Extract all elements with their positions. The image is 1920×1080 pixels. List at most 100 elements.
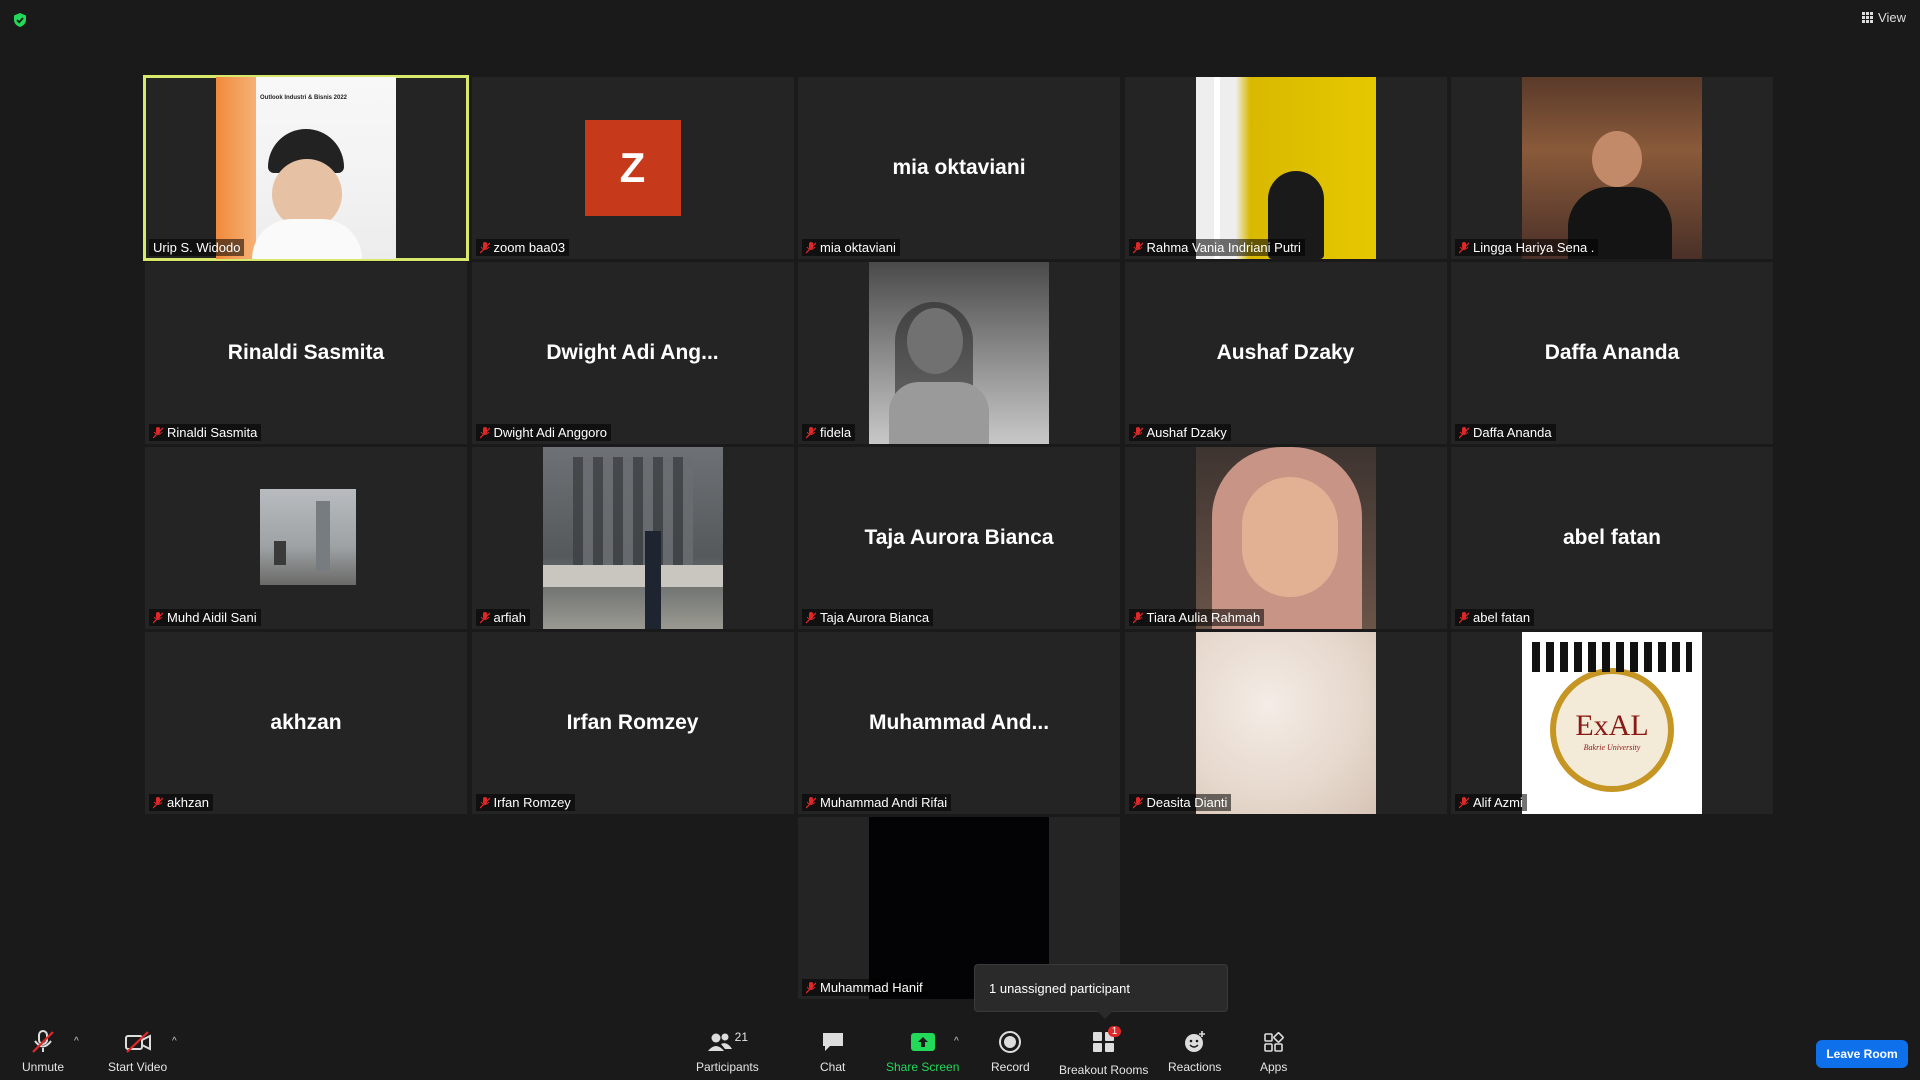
apps-button[interactable]: Apps	[1260, 1030, 1287, 1074]
view-label: View	[1878, 10, 1906, 25]
participant-tile[interactable]: arfiah	[471, 447, 794, 629]
participant-center-name: mia oktaviani	[892, 156, 1026, 179]
mic-muted-icon	[1132, 241, 1143, 254]
participant-name-label: Dwight Adi Anggoro	[475, 424, 611, 441]
participant-tile[interactable]: Lingga Hariya Sena .	[1451, 77, 1773, 259]
grid-view-icon	[1862, 12, 1874, 23]
participant-name-label: arfiah	[475, 609, 531, 626]
record-icon	[999, 1031, 1022, 1053]
participant-name-label: Deasita Dianti	[1128, 794, 1232, 811]
participants-label: Participants	[696, 1060, 759, 1074]
video-options-caret-icon[interactable]: ^	[172, 1036, 177, 1047]
record-label: Record	[991, 1060, 1030, 1074]
participant-tile[interactable]: Z zoom baa03	[471, 77, 794, 259]
view-button[interactable]: View	[1862, 10, 1906, 25]
mic-muted-icon	[1458, 796, 1470, 809]
mic-muted-icon	[479, 241, 490, 254]
participant-tile[interactable]: fidela	[798, 262, 1120, 444]
mic-muted-icon	[1458, 611, 1470, 624]
mic-muted-icon	[805, 981, 817, 994]
participant-tile[interactable]: Tiara Aulia Rahmah	[1124, 447, 1447, 629]
participant-video: ExAL Bakrie University	[1522, 632, 1702, 814]
participant-tile[interactable]: Outlook Industri & Bisnis 2022 Urip S. W…	[143, 75, 469, 261]
participant-name-label: Tiara Aulia Rahmah	[1128, 609, 1265, 626]
breakout-rooms-badge: 1	[1107, 1026, 1122, 1037]
participant-name-label: mia oktaviani	[802, 239, 900, 256]
mic-muted-icon	[1132, 426, 1143, 439]
exal-logo: ExAL Bakrie University	[1550, 668, 1674, 792]
reactions-icon	[1184, 1031, 1205, 1052]
participant-video	[1522, 77, 1702, 259]
mic-muted-icon	[1132, 611, 1143, 624]
mic-muted-icon	[479, 426, 490, 439]
record-button[interactable]: Record	[991, 1030, 1030, 1074]
participant-name-label: Rinaldi Sasmita	[149, 424, 262, 441]
participant-tile[interactable]: Daffa Ananda Daffa Ananda	[1451, 262, 1773, 444]
participants-count: 21	[734, 1030, 749, 1044]
chat-icon	[822, 1033, 843, 1051]
participant-video	[1195, 77, 1376, 259]
audio-options-caret-icon[interactable]: ^	[74, 1036, 79, 1047]
participant-avatar: Z	[584, 120, 681, 216]
participant-tile[interactable]: akhzan akhzan	[145, 632, 467, 814]
breakout-rooms-label: Breakout Rooms	[1059, 1063, 1149, 1077]
participant-name-label: Alif Azmi	[1455, 794, 1527, 811]
reactions-button[interactable]: Reactions	[1168, 1030, 1221, 1074]
participant-center-name: Muhammad And...	[868, 711, 1050, 734]
participant-name-label: zoom baa03	[475, 239, 570, 256]
participant-video	[869, 262, 1049, 444]
chat-label: Chat	[820, 1060, 846, 1074]
participant-name-label: Irfan Romzey	[475, 794, 575, 811]
participant-video: Outlook Industri & Bisnis 2022	[216, 77, 396, 259]
mic-muted-icon	[1132, 796, 1143, 809]
start-video-label: Start Video	[108, 1060, 168, 1074]
breakout-rooms-button[interactable]: 1 Breakout Rooms	[1059, 1026, 1149, 1077]
participant-tile[interactable]: Dwight Adi Ang... Dwight Adi Anggoro	[471, 262, 794, 444]
participant-name-label: fidela	[802, 424, 856, 441]
participant-name-label: Aushaf Dzaky	[1128, 424, 1231, 441]
participant-tile[interactable]: Taja Aurora Bianca Taja Aurora Bianca	[798, 447, 1120, 629]
participant-tile[interactable]: ExAL Bakrie University Alif Azmi	[1451, 632, 1773, 814]
mic-muted-icon	[479, 796, 490, 809]
share-options-caret-icon[interactable]: ^	[954, 1036, 959, 1047]
participant-tile[interactable]: Rahma Vania Indriani Putri	[1124, 77, 1447, 259]
participant-tile[interactable]: abel fatan abel fatan	[1451, 447, 1773, 629]
participant-name-label: Muhammad Andi Rifai	[802, 794, 952, 811]
unassigned-participant-tooltip[interactable]: 1 unassigned participant	[974, 964, 1228, 1019]
participant-tile[interactable]: Muhammad And... Muhammad Andi Rifai	[798, 632, 1120, 814]
participant-tile[interactable]: Irfan Romzey Irfan Romzey	[471, 632, 794, 814]
participant-tile[interactable]: mia oktaviani mia oktaviani	[798, 77, 1120, 259]
participant-tile[interactable]: Aushaf Dzaky Aushaf Dzaky	[1124, 262, 1447, 444]
participant-name-label: abel fatan	[1455, 609, 1535, 626]
mic-muted-icon	[152, 611, 164, 624]
tooltip-text: 1 unassigned participant	[989, 980, 1130, 996]
empty-slot	[145, 817, 467, 999]
participant-name-label: Lingga Hariya Sena .	[1455, 239, 1599, 256]
empty-slot	[472, 817, 794, 999]
unmute-label: Unmute	[22, 1060, 65, 1074]
participants-icon	[707, 1033, 732, 1051]
security-shield-icon[interactable]	[12, 12, 28, 28]
share-screen-button[interactable]: Share Screen	[886, 1030, 959, 1074]
leave-room-button[interactable]: Leave Room	[1816, 1040, 1908, 1068]
participant-tile[interactable]: Muhd Aidil Sani	[145, 447, 467, 629]
participant-video	[542, 447, 723, 629]
start-video-button[interactable]: Start Video	[108, 1030, 167, 1074]
participant-center-name: Rinaldi Sasmita	[227, 341, 385, 364]
mic-muted-icon	[152, 796, 164, 809]
participant-tile[interactable]: Rinaldi Sasmita Rinaldi Sasmita	[145, 262, 467, 444]
mic-muted-icon	[152, 426, 164, 439]
participant-name-label: Urip S. Widodo	[149, 239, 245, 256]
chat-button[interactable]: Chat	[820, 1030, 845, 1074]
participant-center-name: Taja Aurora Bianca	[864, 526, 1054, 549]
apps-icon	[1263, 1032, 1284, 1052]
unmute-button[interactable]: Unmute	[22, 1030, 64, 1074]
leave-room-label: Leave Room	[1826, 1047, 1898, 1061]
participant-tile[interactable]: Deasita Dianti	[1124, 632, 1447, 814]
reactions-label: Reactions	[1168, 1060, 1222, 1074]
share-screen-label: Share Screen	[886, 1060, 960, 1074]
participant-video	[1195, 632, 1376, 814]
share-screen-icon	[910, 1033, 935, 1051]
participant-video	[1195, 447, 1376, 629]
participants-button[interactable]: 21 Participants	[696, 1030, 759, 1074]
